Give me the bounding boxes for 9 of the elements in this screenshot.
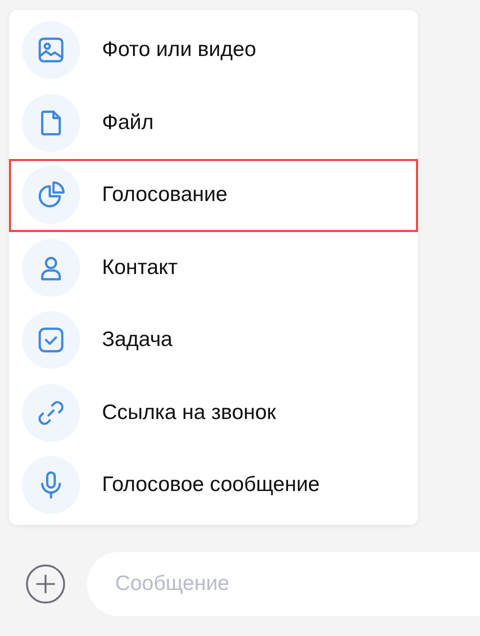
menu-item[interactable]: Контакт: [9, 232, 418, 304]
menu-item[interactable]: Голосование: [9, 159, 418, 232]
menu-item[interactable]: Файл: [9, 86, 418, 159]
menu-item[interactable]: Фото или видео: [9, 14, 418, 86]
menu-item[interactable]: Задача: [9, 304, 418, 376]
menu-item[interactable]: Ссылка на звонок: [9, 376, 418, 449]
add-icon[interactable]: [26, 563, 66, 605]
menu-item[interactable]: Голосовое сообщение: [9, 449, 418, 522]
message-field[interactable]: Сообщение: [87, 552, 480, 616]
